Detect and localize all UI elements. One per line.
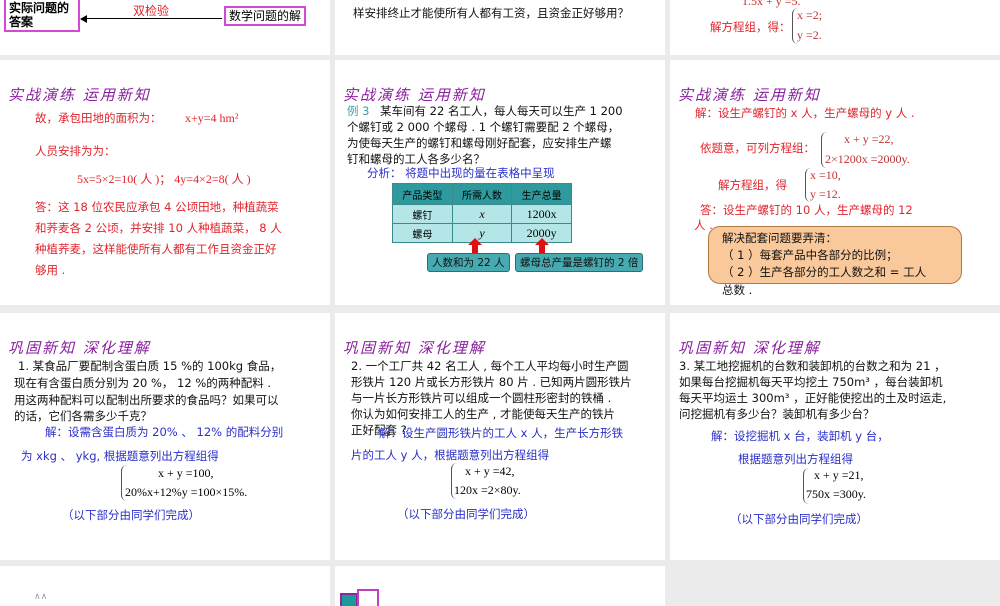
- slide-title: 实战演练 运用新知: [678, 86, 821, 104]
- text-line: 问挖掘机有多少台？装卸机有多少台？: [679, 407, 875, 421]
- text-line: 解方程组，得：: [710, 20, 791, 34]
- check-label: 双检验: [133, 4, 170, 18]
- equation: y =12.: [810, 187, 841, 201]
- text-line: 钉和螺母的工人各多少名？: [347, 152, 485, 166]
- slide-thumbnail-8[interactable]: 巩固新知 深化理解 2. 一个工厂共 42 名工人 , 每个工人平均每小时生产圆…: [335, 313, 665, 560]
- equation: x =10,: [810, 168, 841, 182]
- text-line: （以下部分由同学们完成）: [397, 507, 535, 521]
- slide-thumbnail-4[interactable]: 实战演练 运用新知 故，承包田地的面积为： x+y=4 hm² 人员安排为为： …: [0, 60, 330, 305]
- slide-title: 实战演练 运用新知: [8, 86, 151, 104]
- arrow-left: [86, 18, 222, 19]
- equation: 5x=5×2=10( 人 )； 4y=4×2=8( 人 ): [77, 172, 251, 186]
- slide-title: 巩固新知 深化理解: [343, 339, 486, 357]
- decoration-icon: ∧∧: [34, 592, 48, 602]
- square-icon: [357, 589, 379, 606]
- text-line: 样安排终止才能使所有人都有工资，且资金正好够用？: [353, 6, 629, 20]
- example-label: 例 3: [347, 104, 370, 118]
- slide-thumbnail-2[interactable]: 样安排终止才能使所有人都有工资，且资金正好够用？: [335, 0, 665, 55]
- slide-thumbnail-9[interactable]: 巩固新知 深化理解 3. 某工地挖掘机的台数和装卸机的台数之和为 21 ， 如果…: [670, 313, 1000, 560]
- text-line: 故，承包田地的面积为：: [35, 111, 162, 125]
- table-cell: 螺钉: [392, 204, 453, 224]
- slide-title: 巩固新知 深化理解: [678, 339, 821, 357]
- equation: x+y=4 hm²: [185, 111, 239, 125]
- analysis-line: 分析： 将题中出现的量在表格中呈现: [367, 166, 555, 180]
- text-line: 现在有含蛋白质分别为 20 %， 12 %的两种配料 .: [14, 376, 272, 390]
- text-line: 与一片长方形铁片可以组成一个圆柱形密封的铁桶 .: [351, 391, 612, 405]
- table-cell: x: [451, 204, 513, 224]
- text-line: 解方程组，得: [718, 178, 787, 192]
- slide-thumbnail-7[interactable]: 巩固新知 深化理解 1. 某食品厂要配制含蛋白质 15 %的 100kg 食品，…: [0, 313, 330, 560]
- equation: y =2.: [797, 28, 822, 42]
- text-line: 解：设挖掘机 x 台，装卸机 y 台，: [711, 429, 889, 443]
- up-arrow-stem: [539, 245, 545, 253]
- table-row: 螺钉 x 1200x: [392, 204, 572, 224]
- data-table: 产品类型 所需人数 生产总量 螺钉 x 1200x 螺母 y 2000y: [392, 183, 572, 243]
- up-arrow-icon: [468, 238, 482, 245]
- table-cell: 螺母: [392, 223, 453, 243]
- text-line: 解：设生产螺钉的 x 人，生产螺母的 y 人 .: [695, 106, 915, 120]
- slide-title: 巩固新知 深化理解: [8, 339, 151, 357]
- slide-thumbnail-1[interactable]: 实际问题的答案 双检验 数学问题的解: [0, 0, 330, 55]
- note-line: 总数 .: [722, 283, 753, 297]
- text-line: 依题意，可列方程组：: [700, 141, 815, 155]
- text-line: 根据题意列出方程组得: [738, 452, 853, 466]
- equation: 2×1200x =2000y.: [825, 152, 910, 166]
- table-header: 产品类型: [392, 183, 453, 205]
- text-line: 3. 某工地挖掘机的台数和装卸机的台数之和为 21 ，: [679, 359, 946, 373]
- text-line: 和荞麦各 2 公顷，并安排 10 人种植蔬菜， 8 人: [35, 221, 282, 235]
- text-line: （以下部分由同学们完成）: [730, 512, 868, 526]
- equation: 20%x+12%y =100×15%.: [125, 485, 248, 499]
- callout-output-ratio: 螺母总产量是螺钉的 2 倍: [515, 253, 644, 272]
- callout-workers-sum: 人数和为 22 人: [427, 253, 510, 272]
- text-line: 答：设生产螺钉的 10 人，生产螺母的 12: [700, 203, 913, 217]
- equation: 750x =300y.: [806, 487, 866, 501]
- text-line: 够用 .: [35, 263, 66, 277]
- up-arrow-stem: [472, 245, 478, 253]
- text-line: 某车间有 22 名工人，每人每天可以生产 1 200: [380, 104, 623, 118]
- text-line: （以下部分由同学们完成）: [62, 508, 200, 522]
- up-arrow-icon: [535, 238, 549, 245]
- text-line: 答：这 18 位农民应承包 4 公顷田地，种植蔬菜: [35, 200, 279, 214]
- slide-thumbnail-10[interactable]: ∧∧: [0, 566, 330, 606]
- text-line: 每天平均运土 300m³ ，正好能使挖出的土及时运走,: [679, 391, 947, 405]
- table-header: 所需人数: [451, 183, 513, 205]
- equation: x + y =22,: [844, 132, 894, 146]
- equation: 120x =2×80y.: [454, 483, 521, 497]
- text-line: 人员安排为为：: [35, 144, 116, 158]
- arrow-head-icon: [80, 15, 87, 23]
- note-line: （ 1 ）每套产品中各部分的比例；: [722, 248, 898, 262]
- equation: x + y =42,: [465, 464, 515, 478]
- text-line: 的话，它们各需多少千克？: [14, 409, 152, 423]
- slide-thumbnail-5[interactable]: 实战演练 运用新知 例 3 某车间有 22 名工人，每人每天可以生产 1 200…: [335, 60, 665, 305]
- equation: x + y =100,: [158, 466, 214, 480]
- text-line: 你认为如何安排工人的生产 , 才能使每天生产的铁片: [351, 407, 615, 421]
- slide-title: 实战演练 运用新知: [343, 86, 486, 104]
- equation: x + y =21,: [814, 468, 864, 482]
- slide-thumbnail-6[interactable]: 实战演练 运用新知 解：设生产螺钉的 x 人，生产螺母的 y 人 . 依题意，可…: [670, 60, 1000, 305]
- note-line: （ 2 ）生产各部分的工人数之和 = 工人: [722, 265, 927, 279]
- text-line: 片的工人 y 人，根据题意列出方程组得: [351, 448, 550, 462]
- table-cell: 1200x: [511, 204, 572, 224]
- text-line: 解：设需含蛋白质为 20% 、 12% 的配料分别: [45, 425, 284, 439]
- table-header: 生产总量: [511, 183, 572, 205]
- text-line: 用这两种配料可以配制出所要求的食品吗？如果可以: [14, 393, 279, 407]
- slide-thumbnail-11[interactable]: [335, 566, 665, 606]
- text-line: 1. 某食品厂要配制含蛋白质 15 %的 100kg 食品，: [18, 359, 282, 373]
- text-line: 个螺钉或 2 000 个螺母 . 1 个螺钉需要配 2 个螺母，: [347, 120, 620, 134]
- text-line: 如果每台挖掘机每天平均挖土 750m³ ，每台装卸机: [679, 375, 943, 389]
- text-line: 为 xkg 、 ykg, 根据题意列出方程组得: [21, 449, 219, 463]
- text-line: 种植荞麦，这样能使所有人都有工作且资金正好: [35, 242, 277, 256]
- text-line: 解：设生产圆形铁片的工人 x 人，生产长方形铁: [379, 426, 624, 440]
- answer-box: 实际问题的答案: [4, 0, 80, 32]
- text-line: 为使每天生产的螺钉和螺母刚好配套，应安排生产螺: [347, 136, 612, 150]
- solution-box: 数学问题的解: [224, 6, 307, 26]
- text-line: 2. 一个工厂共 42 名工人 , 每个工人平均每小时生产圆: [351, 359, 629, 373]
- note-line: 解决配套问题要弄清：: [722, 231, 837, 245]
- slide-thumbnail-3[interactable]: 1.5x + y =5. 解方程组，得： x =2; y =2.: [670, 0, 1000, 55]
- equation: 1.5x + y =5.: [742, 0, 801, 8]
- text-line: 形铁片 120 片或长方形铁片 80 片 . 已知两片圆形铁片: [351, 375, 632, 389]
- equation: x =2;: [797, 8, 823, 22]
